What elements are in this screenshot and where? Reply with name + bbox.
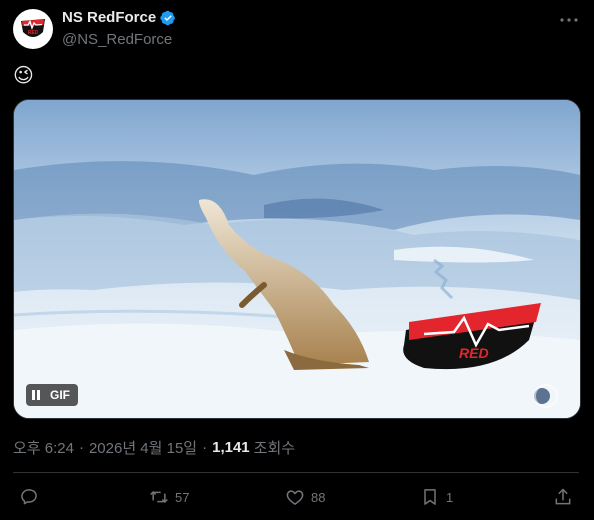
share-button[interactable] bbox=[553, 484, 573, 510]
snow-fox-scene: RED bbox=[14, 100, 580, 418]
tweet-text: 😉 bbox=[13, 65, 34, 87]
author-handle[interactable]: @NS_RedForce bbox=[62, 31, 172, 48]
watermark-text: RED bbox=[459, 345, 489, 361]
share-icon bbox=[555, 488, 571, 505]
bookmark-icon bbox=[424, 489, 436, 505]
meta-separator: · bbox=[202, 439, 208, 456]
verified-badge-icon[interactable] bbox=[160, 10, 176, 26]
heart-icon bbox=[286, 490, 304, 505]
avatar[interactable]: RED bbox=[13, 9, 53, 49]
action-bar: 57 88 1 bbox=[0, 484, 594, 510]
tweet-date[interactable]: 2026년 4월 15일 bbox=[89, 437, 197, 458]
more-dots-icon bbox=[560, 18, 578, 22]
tweet-metadata: 오후 6:24 · 2026년 4월 15일 · 1,141 조회수 bbox=[13, 437, 295, 458]
pause-button[interactable] bbox=[26, 384, 46, 406]
tweet-time[interactable]: 오후 6:24 bbox=[13, 437, 74, 458]
author-name-row: NS RedForce bbox=[62, 9, 176, 26]
redforce-logo-icon: RED bbox=[21, 19, 45, 37]
bookmark-button[interactable]: 1 bbox=[420, 484, 453, 510]
pause-icon bbox=[32, 390, 40, 400]
media-indicator-ring bbox=[534, 384, 558, 408]
retweet-icon bbox=[150, 490, 168, 504]
retweet-button[interactable]: 57 bbox=[149, 484, 189, 510]
like-count: 88 bbox=[311, 489, 326, 505]
retweet-count: 57 bbox=[175, 489, 190, 505]
bookmark-count: 1 bbox=[446, 489, 454, 505]
more-options-button[interactable] bbox=[556, 10, 582, 30]
views-count: 1,141 bbox=[212, 439, 250, 456]
reply-icon bbox=[21, 489, 37, 505]
like-button[interactable]: 88 bbox=[285, 484, 325, 510]
author-display-name[interactable]: NS RedForce bbox=[62, 9, 156, 26]
gif-controls: GIF bbox=[26, 384, 78, 406]
views-label: 조회수 bbox=[253, 440, 296, 457]
svg-text:RED: RED bbox=[28, 30, 39, 36]
meta-separator: · bbox=[78, 439, 84, 456]
reply-button[interactable] bbox=[19, 484, 45, 510]
gif-badge: GIF bbox=[50, 388, 70, 402]
divider bbox=[13, 472, 579, 473]
gif-media[interactable]: RED GIF bbox=[13, 99, 581, 419]
